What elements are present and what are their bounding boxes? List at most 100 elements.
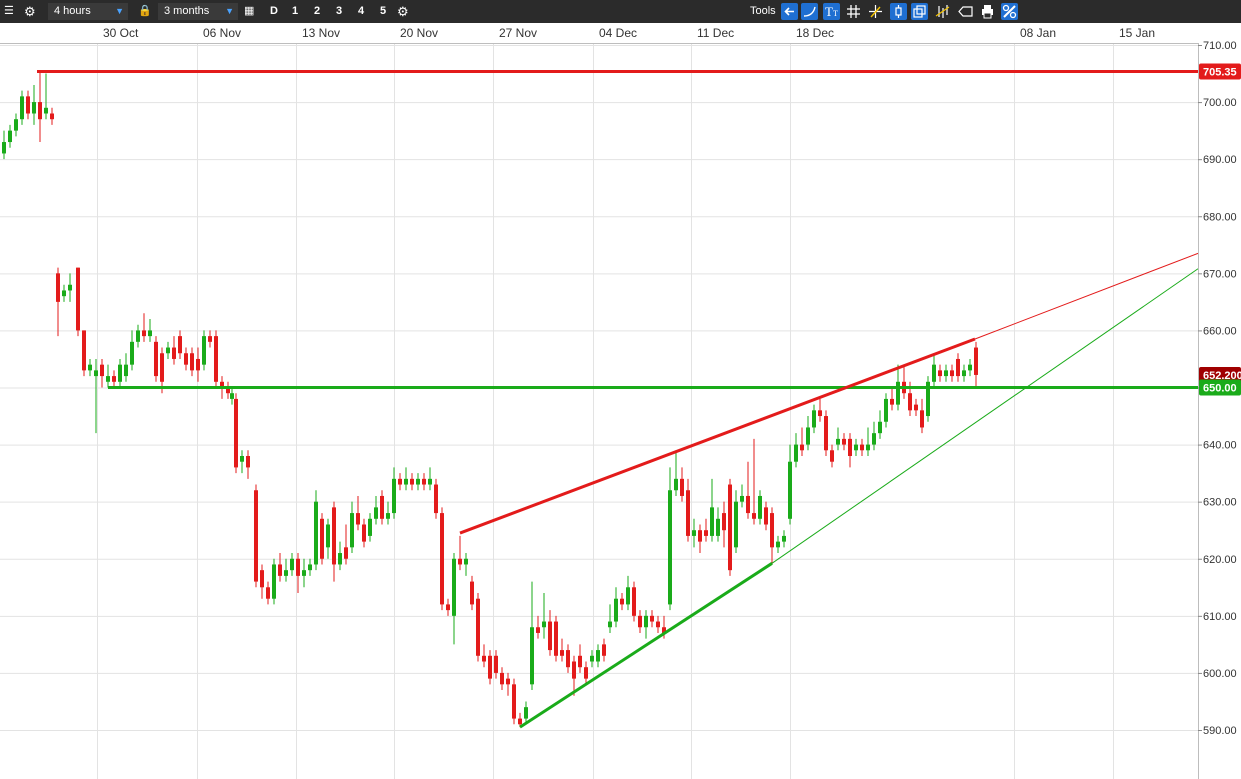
- candle-body: [506, 678, 510, 685]
- indicator-icon[interactable]: [934, 3, 951, 20]
- candle-body: [590, 655, 594, 662]
- back-arrow-icon[interactable]: [781, 3, 798, 20]
- candle-body: [112, 376, 116, 382]
- candle-body: [68, 284, 72, 291]
- candle-body: [196, 358, 200, 371]
- candle-body: [524, 707, 528, 719]
- gear-icon[interactable]: ⚙: [397, 3, 409, 20]
- range-select[interactable]: 3 months ▼: [158, 3, 238, 20]
- interval-select[interactable]: 4 hours ▼: [48, 3, 128, 20]
- candle-body: [800, 444, 804, 451]
- candle-body: [326, 524, 330, 548]
- candle-body: [866, 444, 870, 451]
- svg-text:T: T: [833, 9, 838, 18]
- lower-trend-extension-line: [771, 268, 1199, 564]
- lock-icon[interactable]: 🔒: [138, 3, 152, 20]
- candle-body: [26, 96, 30, 114]
- y-tick-label: 640.00: [1203, 440, 1237, 452]
- candle-body: [416, 478, 420, 485]
- candle-body: [136, 330, 140, 342]
- candle-body: [824, 416, 828, 451]
- candle-body: [148, 330, 152, 337]
- text-icon[interactable]: TT: [823, 3, 840, 20]
- candle-body: [806, 427, 810, 445]
- candle-body: [776, 541, 780, 548]
- copy-icon[interactable]: [911, 3, 928, 20]
- layout-button-5[interactable]: 5: [374, 3, 392, 20]
- candle-body: [920, 410, 924, 428]
- y-axis-band: [1198, 23, 1241, 779]
- candle-body: [332, 507, 336, 565]
- candle-body: [428, 478, 432, 485]
- crosshair-icon[interactable]: [867, 3, 884, 20]
- candle-body: [548, 621, 552, 651]
- y-tick-label: 700.00: [1203, 97, 1237, 109]
- candle-body: [734, 501, 738, 548]
- candle-body: [614, 598, 618, 622]
- y-tick-label: 610.00: [1203, 611, 1237, 623]
- candle-body: [422, 478, 426, 485]
- candle-body: [344, 547, 348, 559]
- y-tick-label: 590.00: [1203, 725, 1237, 737]
- calendar-icon[interactable]: ▦: [244, 3, 254, 20]
- candle-body: [356, 513, 360, 525]
- candle-body: [374, 507, 378, 519]
- candle-body: [314, 501, 318, 565]
- candle-body: [350, 513, 354, 548]
- candle-body: [938, 370, 942, 377]
- interval-value: 4 hours: [54, 5, 91, 17]
- candle-body: [896, 381, 900, 405]
- drawings[interactable]: [37, 70, 1199, 729]
- price-chart[interactable]: 30 Oct 06 Nov 13 Nov 20 Nov 27 Nov 04 Dec 11 D…: [0, 23, 1241, 779]
- candle-body: [172, 347, 176, 359]
- gear-icon[interactable]: ⚙: [24, 3, 36, 20]
- candle-body: [410, 478, 414, 485]
- candle-body: [578, 655, 582, 668]
- candle-body: [686, 490, 690, 536]
- candle-body: [560, 650, 564, 656]
- settings-icon[interactable]: [1001, 3, 1018, 20]
- layout-button-2[interactable]: 2: [308, 3, 326, 20]
- menu-icon[interactable]: ☰: [4, 3, 14, 20]
- candle-body: [368, 518, 372, 536]
- label-icon[interactable]: [957, 3, 974, 20]
- candle-body: [626, 587, 630, 605]
- candle-body: [296, 558, 300, 576]
- y-tick-label: 670.00: [1203, 268, 1237, 280]
- layout-button-4[interactable]: 4: [352, 3, 370, 20]
- candle-body: [716, 518, 720, 536]
- x-tick-label: 11 Dec: [697, 26, 734, 40]
- x-axis: 30 Oct 06 Nov 13 Nov 20 Nov 27 Nov 04 Dec 11 D…: [0, 23, 1241, 44]
- candle-body: [266, 587, 270, 599]
- candle-body: [512, 684, 516, 719]
- candle-body: [234, 398, 238, 468]
- candle-body: [794, 444, 798, 462]
- candle-body: [50, 113, 54, 120]
- candle-body: [704, 530, 708, 536]
- candle-body: [884, 398, 888, 422]
- candle-body: [100, 364, 104, 377]
- candle-icon[interactable]: [890, 3, 907, 20]
- grid-icon[interactable]: [845, 3, 862, 20]
- candle-body: [190, 353, 194, 371]
- candle-body: [62, 290, 66, 297]
- layout-button-3[interactable]: 3: [330, 3, 348, 20]
- candle-body: [836, 438, 840, 445]
- candle-body: [782, 535, 786, 542]
- candle-body: [752, 513, 756, 519]
- candle-body: [458, 558, 462, 565]
- y-tick-label: 690.00: [1203, 154, 1237, 166]
- candle-body: [638, 615, 642, 628]
- y-tick-label: 660.00: [1203, 325, 1237, 337]
- candle-body: [272, 564, 276, 599]
- print-icon[interactable]: [979, 3, 996, 20]
- candle-body: [602, 644, 606, 656]
- tools-label: Tools: [750, 5, 776, 17]
- day-button[interactable]: D: [265, 3, 283, 20]
- layout-button-1[interactable]: 1: [286, 3, 304, 20]
- candle-body: [398, 478, 402, 485]
- curve-icon[interactable]: [801, 3, 818, 20]
- candle-body: [962, 370, 966, 377]
- candle-body: [434, 484, 438, 514]
- y-tick-label: 680.00: [1203, 211, 1237, 223]
